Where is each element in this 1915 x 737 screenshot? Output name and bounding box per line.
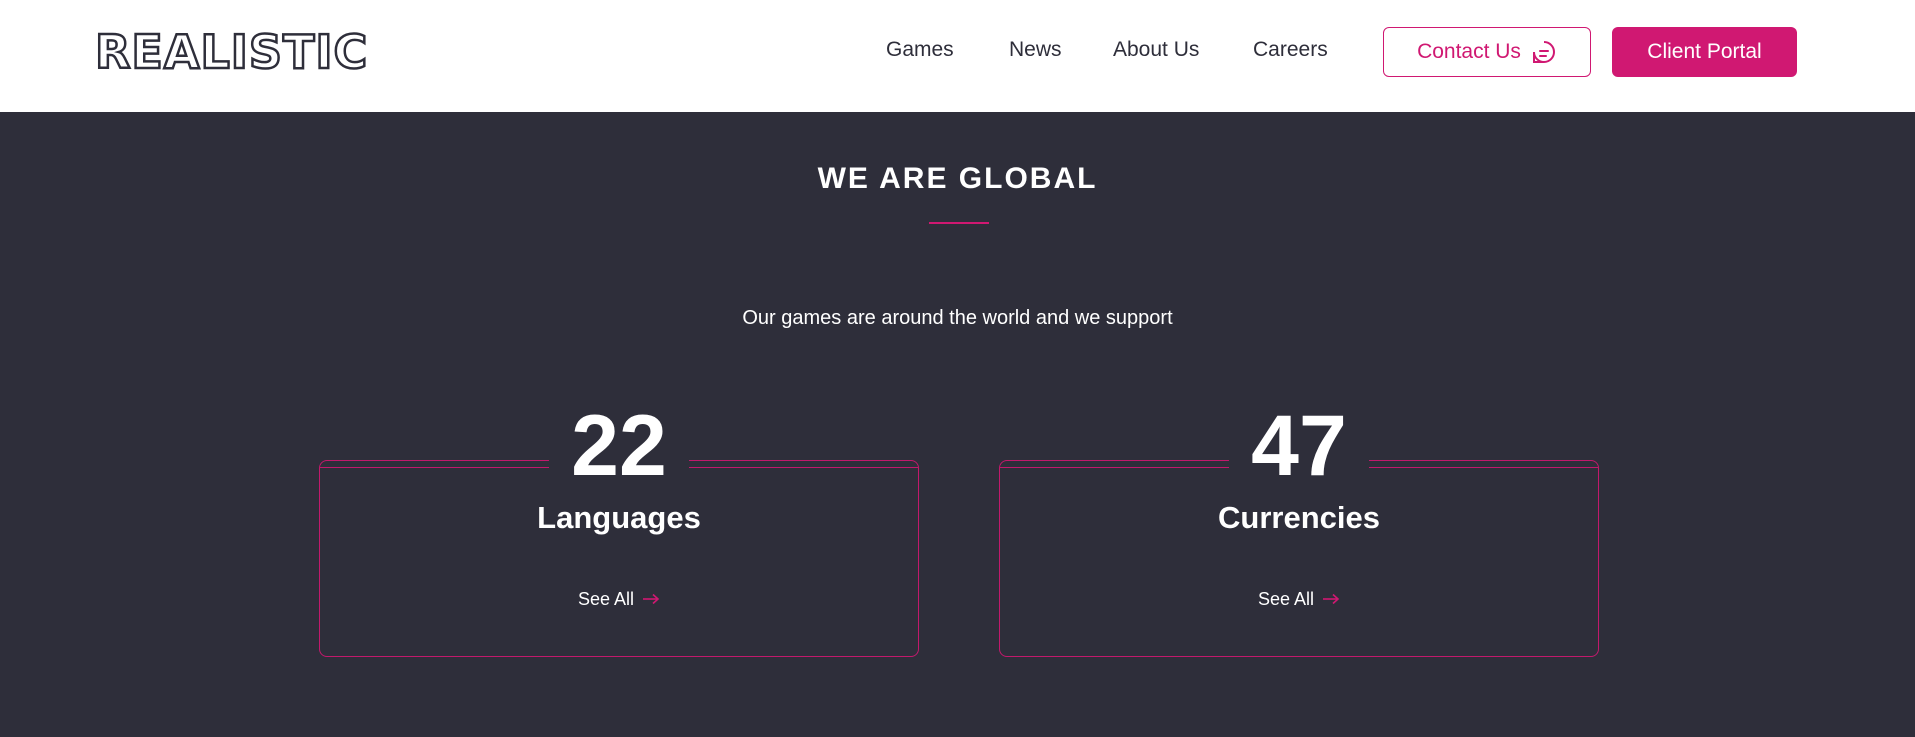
realistic-logo[interactable]: REALISTIC	[94, 27, 369, 78]
see-all-label: See All	[578, 588, 635, 609]
chat-bubble-icon	[1532, 41, 1555, 63]
arrow-right-icon	[1323, 593, 1340, 605]
nav-link-about-us[interactable]: About Us	[1113, 36, 1199, 64]
see-all-label: See All	[1258, 588, 1315, 609]
title-divider	[929, 222, 989, 224]
see-all-currencies-link[interactable]: See All	[1258, 587, 1340, 611]
stat-value-languages: 22	[549, 400, 689, 492]
contact-us-label: Contact Us	[1417, 40, 1521, 63]
nav-link-careers[interactable]: Careers	[1253, 36, 1328, 64]
arrow-right-icon	[643, 593, 660, 605]
stat-value-currencies: 47	[1229, 400, 1369, 492]
see-all-languages-link[interactable]: See All	[578, 587, 660, 611]
stat-label-currencies: Currencies	[1218, 500, 1380, 535]
nav-link-games[interactable]: Games	[886, 36, 954, 64]
contact-us-button[interactable]: Contact Us	[1383, 27, 1591, 77]
nav-link-news[interactable]: News	[1009, 36, 1062, 64]
section-title: WE ARE GLOBAL	[817, 162, 1098, 195]
client-portal-button[interactable]: Client Portal	[1612, 27, 1797, 77]
site-header: REALISTIC Games News About Us Careers Co…	[0, 0, 1915, 112]
stat-label-languages: Languages	[537, 500, 701, 535]
section-subtitle: Our games are around the world and we su…	[742, 307, 1173, 329]
